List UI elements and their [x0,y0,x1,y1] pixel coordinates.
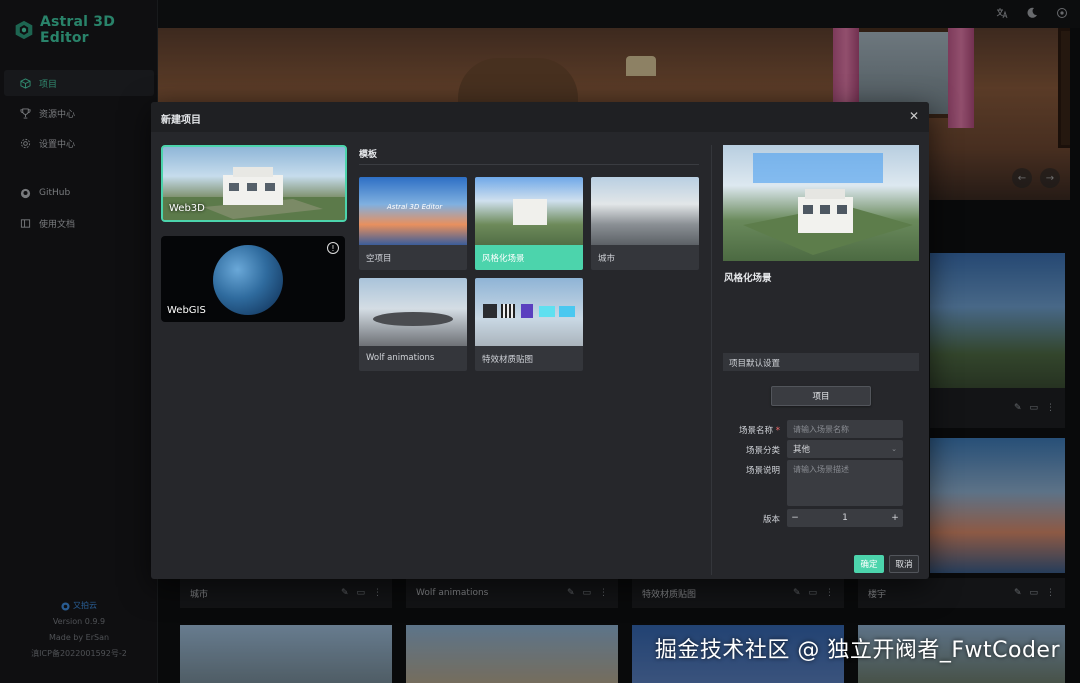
template-preview-image [723,145,919,261]
panel-divider [711,145,712,575]
project-type-web3d[interactable]: Web3D [161,145,347,222]
new-project-dialog: 新建项目 ✕ Web3D ! WebGIS 模板 Astral 3D Edito… [151,102,929,579]
decrement-icon[interactable]: − [787,513,803,523]
version-value: 1 [842,513,848,523]
default-settings-header: 项目默认设置 [723,353,919,371]
scene-name-input[interactable]: 请输入场景名称 [787,420,903,438]
material-swatch [539,306,555,317]
description-row: 场景说明 请输入场景描述 [723,460,903,506]
category-label: 场景分类 [745,446,780,456]
template-label: 城市 [598,254,616,264]
preview-title: 风格化场景 [724,273,772,284]
material-swatch [521,304,533,318]
template-thumb [591,177,699,245]
cancel-button[interactable]: 取消 [889,555,919,573]
close-icon[interactable]: ✕ [909,109,919,123]
version-label: 版本 [762,515,780,525]
description-textarea[interactable]: 请输入场景描述 [787,460,903,506]
project-type-label: WebGIS [167,305,206,316]
app-root: Astral 3D Editor 项目 资源中心 设置中心 GitHub 使用文… [0,0,1080,683]
template-label: 空项目 [366,254,392,264]
info-icon[interactable]: ! [327,242,339,254]
template-label: 风格化场景 [475,245,583,270]
material-swatch [559,306,575,317]
template-thumb [475,278,583,346]
category-row: 场景分类 其他 ⌄ [723,440,903,458]
scene-name-label: 场景名称 * [739,426,780,436]
confirm-button[interactable]: 确定 [854,555,884,573]
material-swatch [501,304,515,318]
template-thumb [359,278,467,346]
template-thumb: Astral 3D Editor [359,177,467,245]
template-label: Wolf animations [366,353,435,363]
globe-icon [213,245,283,315]
platform-shape [373,312,453,326]
project-type-label: Web3D [169,203,205,214]
preview-scene [743,153,913,255]
tab-project[interactable]: 项目 [771,386,871,406]
category-select[interactable]: 其他 ⌄ [787,440,903,458]
template-label: 特效材质贴图 [482,355,534,365]
house-shape [513,199,547,225]
templates-heading: 模板 [359,150,378,160]
dialog-title: 新建项目 [161,115,201,126]
template-thumb [475,177,583,245]
description-label: 场景说明 [745,466,780,476]
project-type-webgis[interactable]: ! WebGIS [161,236,345,322]
version-stepper[interactable]: − 1 + [787,509,903,527]
template-card[interactable]: 特效材质贴图 [475,278,583,371]
dialog-header: 新建项目 ✕ [151,102,929,132]
template-card[interactable]: Astral 3D Editor 空项目 [359,177,467,270]
material-swatch [483,304,497,318]
template-card[interactable]: Wolf animations [359,278,467,371]
increment-icon[interactable]: + [887,513,903,523]
watermark-text: 掘金技术社区 @ 独立开阀者_FwtCoder [654,638,1060,663]
version-row: 版本 − 1 + [723,509,903,527]
template-thumb-text: Astral 3D Editor [387,203,443,211]
chevron-down-icon: ⌄ [891,445,897,453]
category-value: 其他 [793,445,811,455]
templates-divider [359,164,699,165]
template-card-selected[interactable]: 风格化场景 [475,177,583,270]
template-card[interactable]: 城市 [591,177,699,270]
scene-name-row: 场景名称 * 请输入场景名称 [723,420,903,438]
